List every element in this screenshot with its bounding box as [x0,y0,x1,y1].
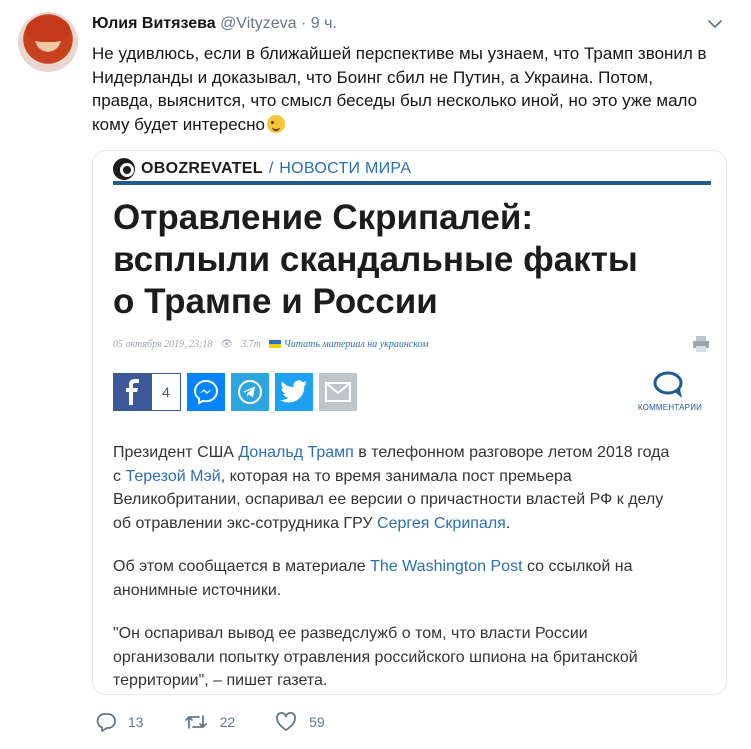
article-views: 3.7т [241,339,261,350]
article-date: 05 октября 2019, 23:18 [113,339,213,350]
tweet-time[interactable]: 9 ч. [311,15,337,32]
share-bar: 4 [113,373,357,411]
print-icon [693,336,709,352]
comment-bubbles-icon [653,371,683,398]
link-donald-trump: Дональд Трамп [238,444,354,461]
tweet-header: Юлия Витязева @Vityzeva · 9 ч. [92,14,337,34]
link-theresa-may: Терезой Мэй [125,467,221,485]
comments-link: КОММЕНТАРИИ [630,371,710,412]
article-quote: "Он оспаривал вывод ее разведслужб о том… [113,625,638,689]
tweet-text-line: Нидерланды и доказывал, что Боинг сбил н… [92,67,653,87]
reply-button[interactable]: 13 [96,712,144,732]
article-headline: Отравление Скрипалей: всплыли скандальны… [113,197,713,323]
messenger-icon [193,379,219,405]
retweet-button[interactable]: 22 [184,712,236,732]
retweet-count: 22 [219,714,236,730]
headline-line: о Трампе и России [113,282,438,321]
facebook-share-button [113,373,151,411]
tweet-text-line: правда, выяснится, что смысл беседы был … [92,91,698,110]
headline-line: Отравление Скрипалей: [113,198,534,237]
twitter-icon [280,380,307,403]
reply-count: 13 [128,714,144,730]
brand-separator: / [268,160,274,177]
brand-divider [113,181,711,185]
headline-line: всплыли скандальные факты [113,240,638,279]
tweet-actions: 13 22 59 [96,712,325,732]
comments-label: КОММЕНТАРИИ [637,403,703,412]
article-meta: 05 октября 2019, 23:18 👁 3.7т Читать мат… [113,339,713,350]
like-button[interactable]: 59 [275,712,325,732]
twitter-share-button [275,373,313,411]
tweet-text-line: кому будет интересно [92,114,265,134]
author-handle[interactable]: @Vityzeva [220,15,296,32]
link-washington-post: The Washington Post [370,558,523,575]
tweet-text-line: Не удивлюсь, если в ближайшей перспектив… [92,44,707,63]
article-paragraph: Президент США Дональд Трамп в телефонном… [113,444,670,532]
facebook-share-count: 4 [151,373,181,411]
winking-face-icon [267,114,285,133]
attached-image-card[interactable]: OBOZREVATEL / НОВОСТИ МИРА Отравление Ск… [92,150,727,695]
article-paragraph: Об этом сообщается в материале The Washi… [113,558,633,599]
author-avatar[interactable] [18,12,78,72]
chevron-down-icon[interactable] [707,16,723,32]
retweet-icon [184,715,207,729]
telegram-share-button [231,373,269,411]
tweet-text: Не удивлюсь, если в ближайшей перспектив… [92,42,732,136]
brand-section: НОВОСТИ МИРА [279,160,412,177]
publisher-brand: OBOZREVATEL / НОВОСТИ МИРА [113,157,411,181]
messenger-share-button [187,373,225,411]
ukrainian-version-link: Читать материал на украинском [268,339,429,350]
link-sergei-skripal: Сергея Скрипаля [377,514,506,532]
obozrevatel-logo-icon [113,158,135,180]
reply-icon [96,713,116,732]
article-body: Президент США Дональд Трамп в телефонном… [113,441,713,694]
heart-icon [276,712,297,731]
email-share-button [319,373,357,411]
brand-name: OBOZREVATEL [141,160,263,177]
like-count: 59 [309,714,325,730]
ukraine-flag-icon [268,340,281,348]
eye-icon: 👁 [220,339,234,350]
separator-dot: · [300,15,307,32]
telegram-icon [238,380,262,404]
author-name[interactable]: Юлия Витязева [92,15,216,32]
facebook-icon [126,379,139,405]
mail-icon [325,382,351,402]
